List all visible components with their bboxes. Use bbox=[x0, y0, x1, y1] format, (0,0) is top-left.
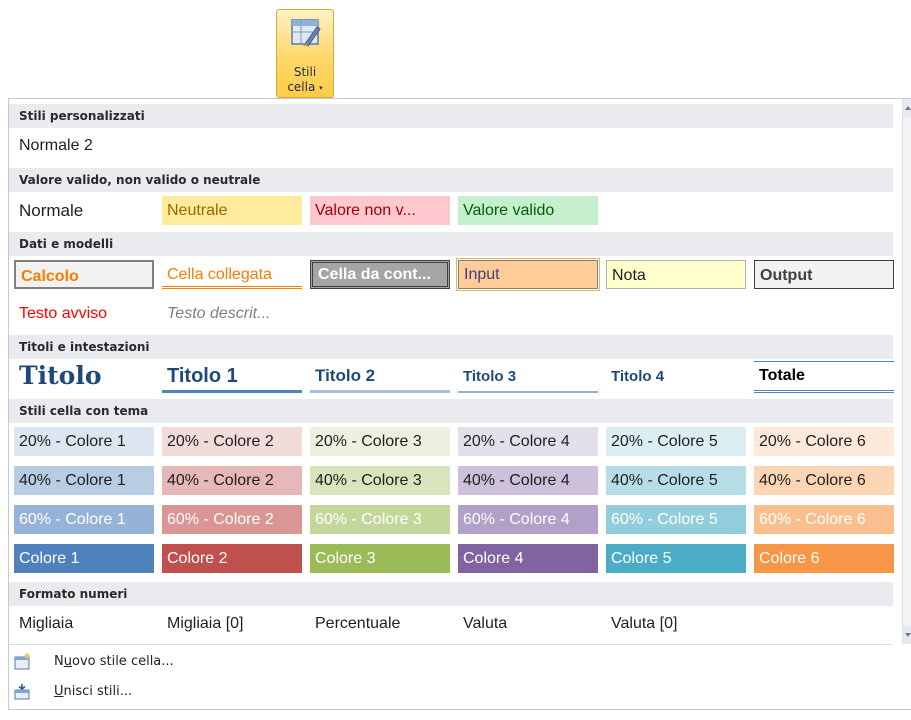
merge-styles-icon bbox=[14, 684, 30, 700]
style-input-selected[interactable]: Input bbox=[456, 258, 600, 291]
style-totale[interactable]: Totale bbox=[754, 361, 894, 393]
style-titolo-4[interactable]: Titolo 4 bbox=[606, 361, 746, 393]
style-40-colore-3[interactable]: 40% - Colore 3 bbox=[310, 466, 450, 495]
chevron-down-icon: ▾ bbox=[319, 84, 323, 92]
style-cella-collegata[interactable]: Cella collegata bbox=[162, 260, 302, 289]
scroll-down-arrow-icon[interactable] bbox=[903, 626, 911, 644]
scroll-up-arrow-icon[interactable] bbox=[903, 99, 911, 117]
section-header-themed: Stili cella con tema bbox=[9, 399, 893, 423]
style-valuta[interactable]: Valuta bbox=[458, 609, 598, 638]
style-colore-4[interactable]: Colore 4 bbox=[458, 544, 598, 573]
style-40-colore-4[interactable]: 40% - Colore 4 bbox=[458, 466, 598, 495]
style-colore-5[interactable]: Colore 5 bbox=[606, 544, 746, 573]
style-20-colore-4[interactable]: 20% - Colore 4 bbox=[458, 427, 598, 456]
style-colore-1[interactable]: Colore 1 bbox=[14, 544, 154, 573]
style-60-colore-5[interactable]: 60% - Colore 5 bbox=[606, 505, 746, 534]
style-20-colore-3[interactable]: 20% - Colore 3 bbox=[310, 427, 450, 456]
style-output[interactable]: Output bbox=[754, 260, 894, 289]
style-60-colore-6[interactable]: 60% - Colore 6 bbox=[754, 505, 894, 534]
style-20-colore-6[interactable]: 20% - Colore 6 bbox=[754, 427, 894, 456]
section-header-number: Formato numeri bbox=[9, 582, 893, 606]
style-titolo-1[interactable]: Titolo 1 bbox=[162, 361, 302, 393]
section-header-custom: Stili personalizzati bbox=[9, 104, 893, 128]
style-20-colore-2[interactable]: 20% - Colore 2 bbox=[162, 427, 302, 456]
menu-separator bbox=[8, 644, 892, 645]
style-valore-valido[interactable]: Valore valido bbox=[458, 196, 598, 225]
style-percentuale[interactable]: Percentuale bbox=[310, 609, 450, 638]
style-60-colore-1[interactable]: 60% - Colore 1 bbox=[14, 505, 154, 534]
style-40-colore-6[interactable]: 40% - Colore 6 bbox=[754, 466, 894, 495]
new-cell-style-label: Nuovo stile cella... bbox=[54, 654, 174, 669]
style-neutrale[interactable]: Neutrale bbox=[162, 196, 302, 225]
style-colore-2[interactable]: Colore 2 bbox=[162, 544, 302, 573]
style-testo-descrittivo[interactable]: Testo descrit... bbox=[162, 299, 302, 328]
style-valore-non-valido[interactable]: Valore non v... bbox=[310, 196, 450, 225]
style-20-colore-1[interactable]: 20% - Colore 1 bbox=[14, 427, 154, 456]
cell-styles-icon bbox=[291, 19, 321, 47]
style-colore-6[interactable]: Colore 6 bbox=[754, 544, 894, 573]
style-titolo-2[interactable]: Titolo 2 bbox=[310, 361, 450, 393]
style-40-colore-2[interactable]: 40% - Colore 2 bbox=[162, 466, 302, 495]
section-header-titles: Titoli e intestazioni bbox=[9, 335, 893, 359]
style-60-colore-3[interactable]: 60% - Colore 3 bbox=[310, 505, 450, 534]
style-migliaia[interactable]: Migliaia bbox=[14, 609, 154, 638]
section-header-data-model: Dati e modelli bbox=[9, 232, 893, 256]
style-normale-2[interactable]: Normale 2 bbox=[14, 131, 154, 160]
style-normale[interactable]: Normale bbox=[14, 196, 154, 225]
style-titolo[interactable]: Titolo bbox=[14, 359, 154, 393]
gallery-scrollbar[interactable] bbox=[902, 99, 911, 644]
style-input: Input bbox=[458, 260, 598, 289]
cell-styles-gallery: Stili personalizzati Normale 2 Valore va… bbox=[8, 98, 911, 710]
cell-styles-label-2: cella ▾ bbox=[287, 80, 323, 94]
style-60-colore-2[interactable]: 60% - Colore 2 bbox=[162, 505, 302, 534]
style-migliaia-0[interactable]: Migliaia [0] bbox=[162, 609, 302, 638]
merge-styles-label: Unisci stili... bbox=[54, 684, 133, 699]
section-header-good-bad: Valore valido, non valido o neutrale bbox=[9, 168, 893, 192]
style-valuta-0[interactable]: Valuta [0] bbox=[606, 609, 746, 638]
style-nota[interactable]: Nota bbox=[606, 260, 746, 289]
style-40-colore-1[interactable]: 40% - Colore 1 bbox=[14, 466, 154, 495]
style-testo-avviso[interactable]: Testo avviso bbox=[14, 299, 154, 328]
cell-styles-button[interactable]: Stili cella ▾ bbox=[276, 9, 334, 98]
cell-styles-label: Stili bbox=[293, 65, 317, 79]
new-cell-style-command[interactable]: Nuovo stile cella... bbox=[8, 650, 368, 674]
new-style-icon bbox=[14, 653, 30, 670]
style-60-colore-4[interactable]: 60% - Colore 4 bbox=[458, 505, 598, 534]
style-cella-da-controllare[interactable]: Cella da cont... bbox=[310, 260, 450, 289]
style-40-colore-5[interactable]: 40% - Colore 5 bbox=[606, 466, 746, 495]
style-calcolo[interactable]: Calcolo bbox=[14, 260, 154, 289]
merge-styles-command[interactable]: Unisci stili... bbox=[8, 680, 368, 704]
style-20-colore-5[interactable]: 20% - Colore 5 bbox=[606, 427, 746, 456]
style-titolo-3[interactable]: Titolo 3 bbox=[458, 361, 598, 393]
style-colore-3[interactable]: Colore 3 bbox=[310, 544, 450, 573]
